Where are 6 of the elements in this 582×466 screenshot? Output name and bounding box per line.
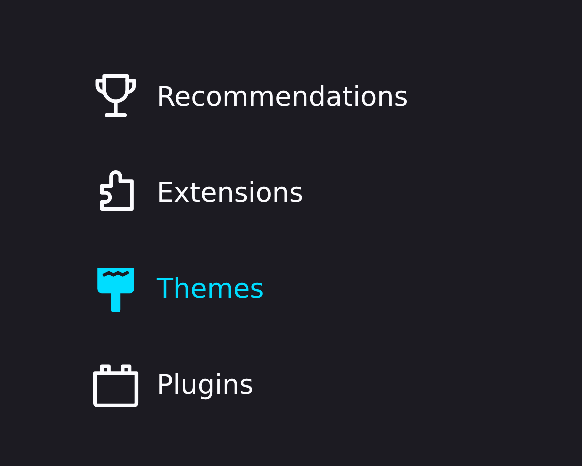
- plugin-icon: [93, 362, 139, 408]
- trophy-icon: [93, 74, 139, 120]
- sidebar-item[interactable]: Plugins: [93, 361, 254, 409]
- sidebar-item[interactable]: Themes: [93, 265, 264, 313]
- sidebar-item[interactable]: Extensions: [93, 169, 304, 217]
- sidebar-item[interactable]: Recommendations: [93, 73, 408, 121]
